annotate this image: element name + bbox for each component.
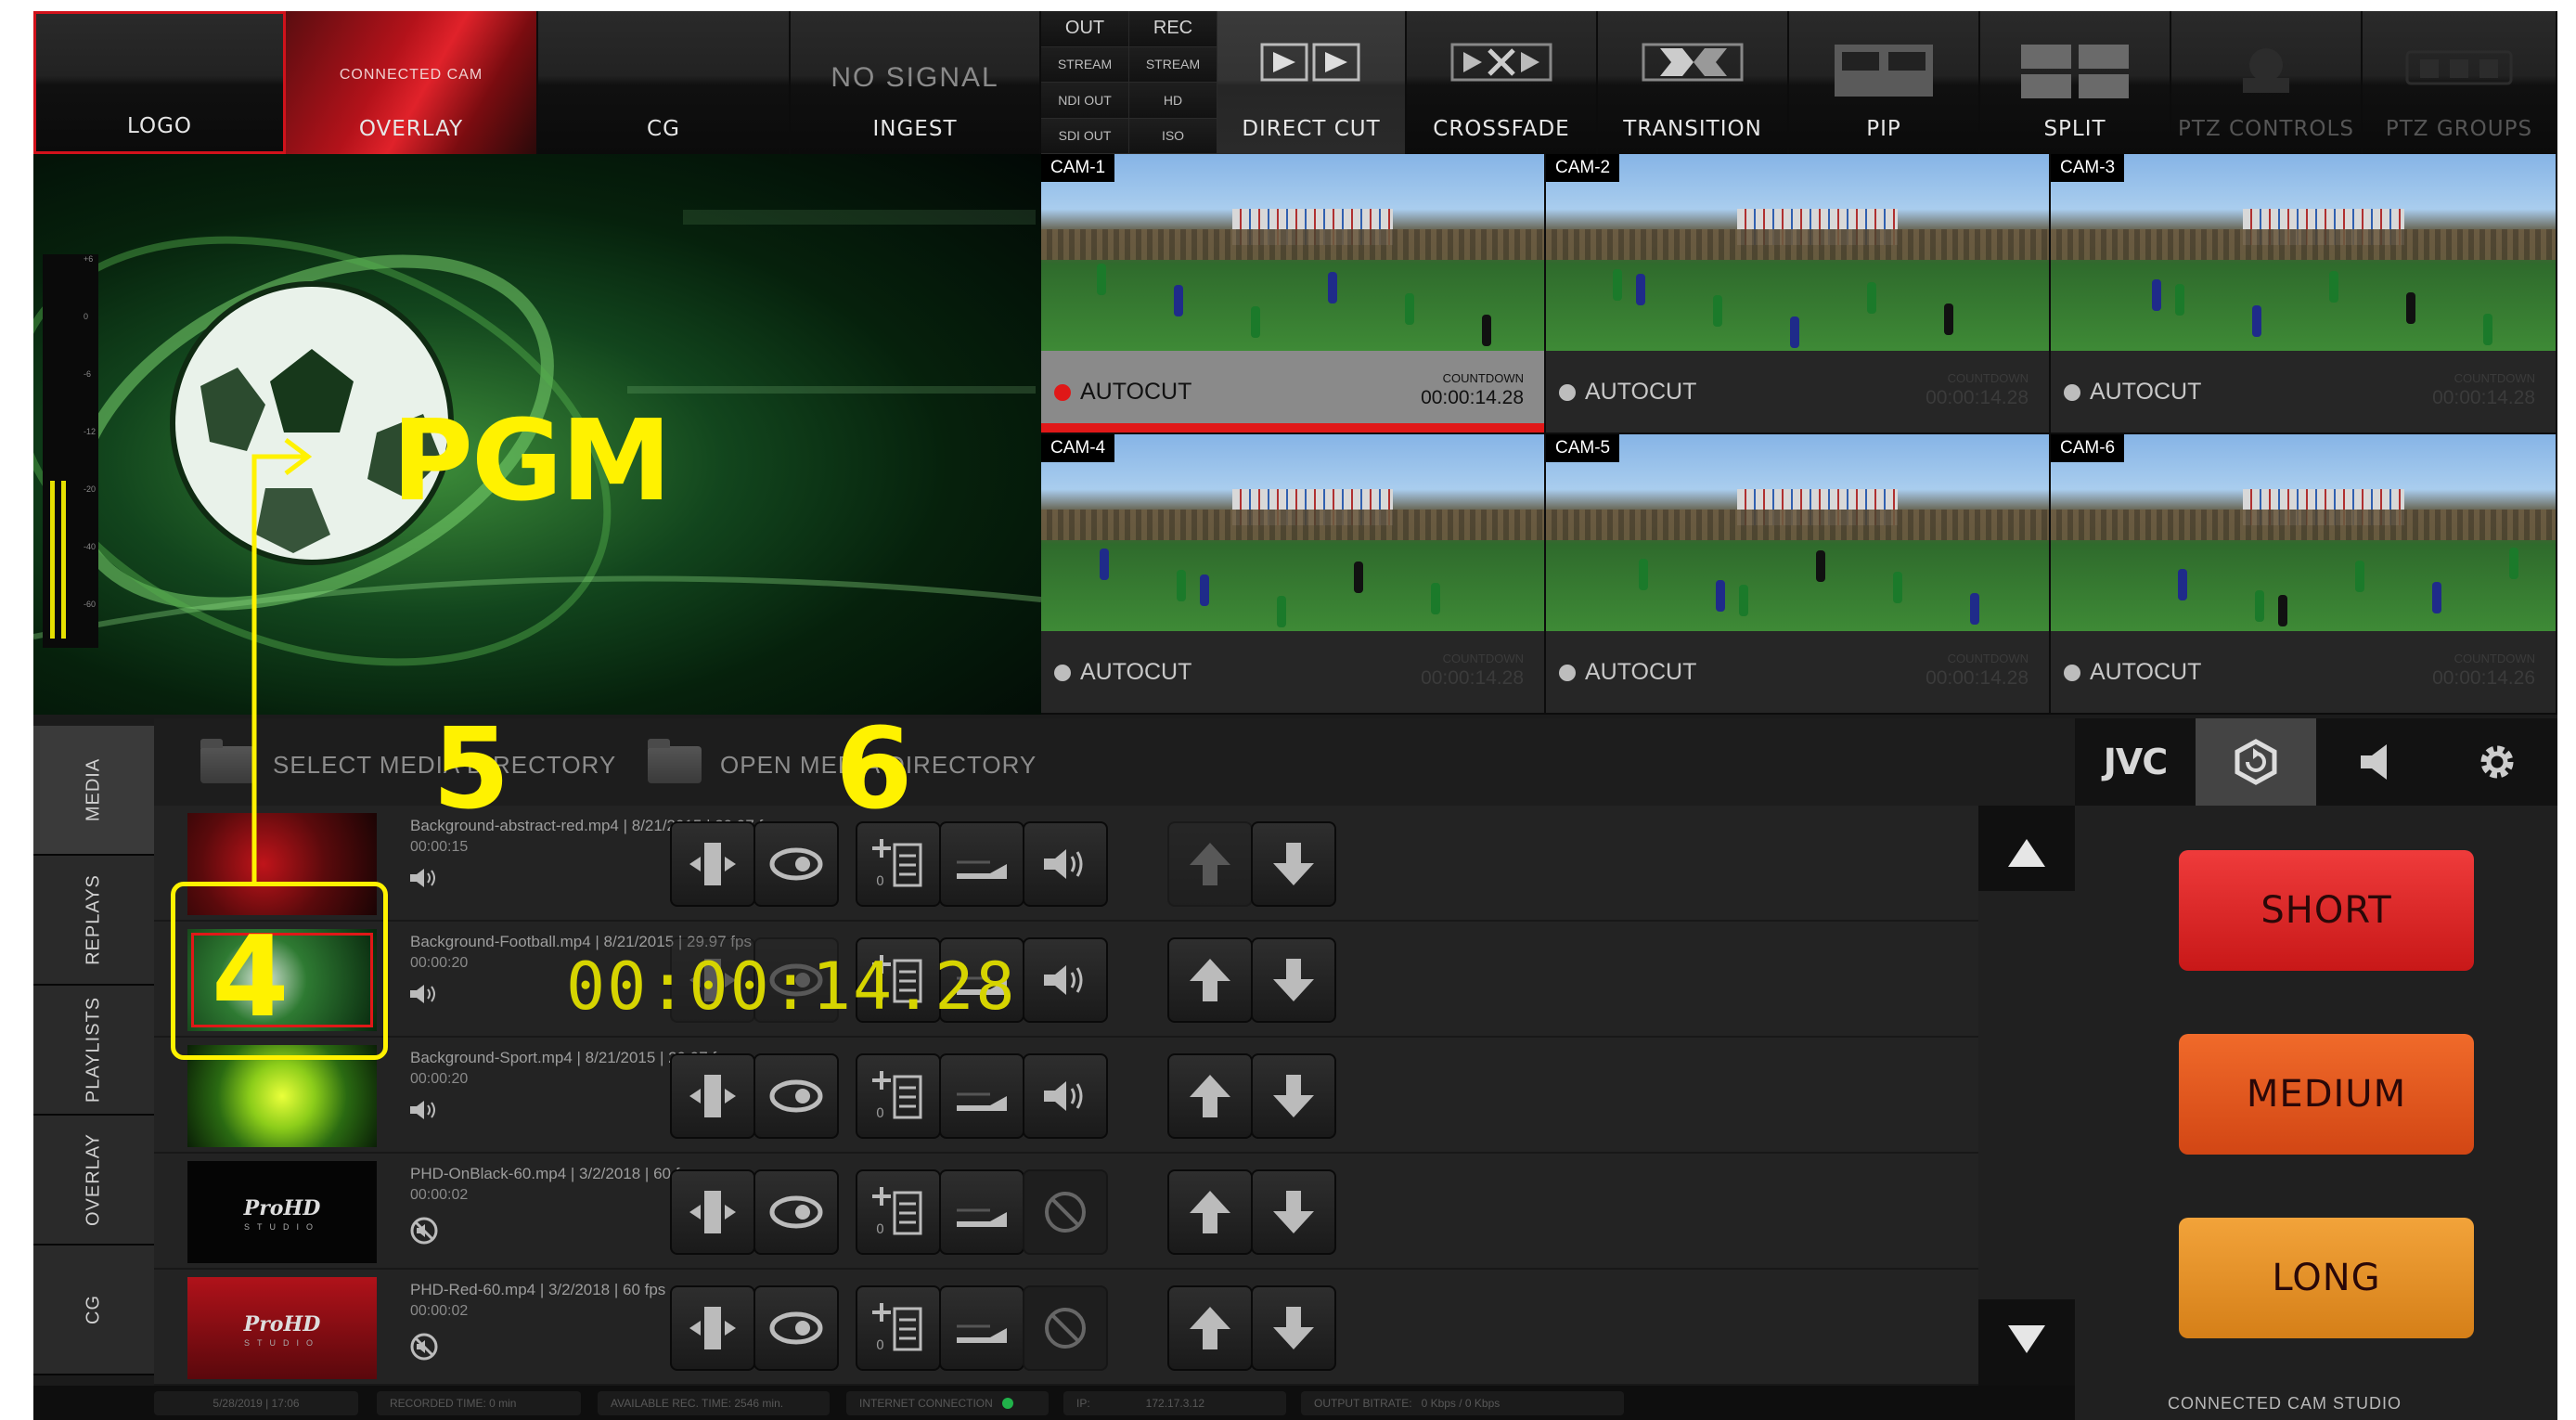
annotation-number-5: 5 (432, 705, 510, 834)
studio-app: LOGO CONNECTED CAM OVERLAY CG NO SIGNAL … (33, 11, 2557, 1420)
annotation-number-4: 4 (212, 913, 290, 1042)
annotation-number-6: 6 (835, 705, 913, 834)
annotation-arrow (251, 438, 313, 882)
